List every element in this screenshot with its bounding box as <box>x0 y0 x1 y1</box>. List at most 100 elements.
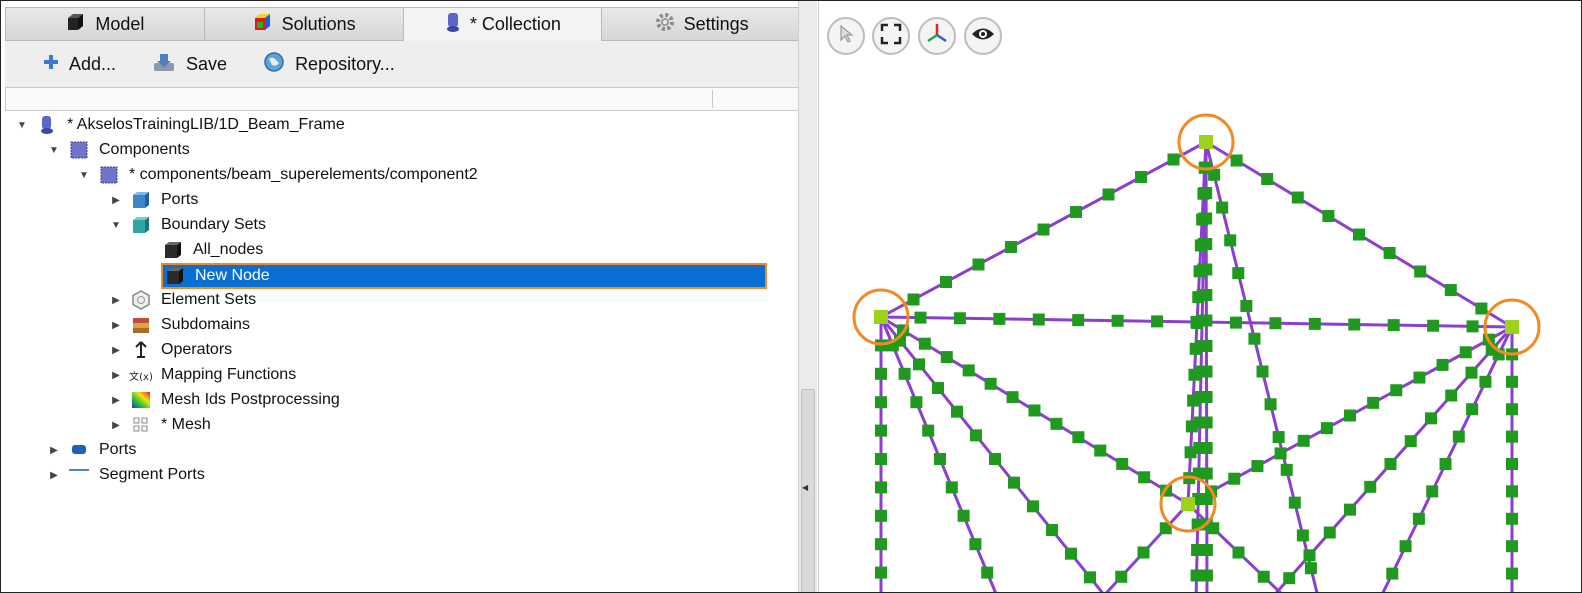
mesh-node <box>1390 384 1403 397</box>
tree-item-new-node[interactable]: New Node <box>161 263 767 289</box>
collapsed-arrow-icon[interactable]: ▶ <box>109 343 123 357</box>
tree-column-header[interactable] <box>5 87 800 111</box>
tab-collection[interactable]: * Collection <box>402 7 603 41</box>
beam-frame-viewport[interactable] <box>819 1 1582 592</box>
boundary-node[interactable] <box>1199 135 1213 149</box>
mesh-node <box>1208 168 1221 181</box>
mesh-node <box>1291 191 1304 204</box>
tree-label: Mesh Ids Postprocessing <box>161 391 340 408</box>
mesh-node <box>932 382 944 394</box>
collapsed-arrow-icon[interactable]: ▶ <box>109 318 123 332</box>
collapsed-arrow-icon[interactable]: ▶ <box>109 193 123 207</box>
mesh-node <box>1445 389 1458 402</box>
tree-item-mesh[interactable]: ▶ * Mesh <box>109 413 211 437</box>
mesh-node <box>970 429 982 442</box>
mesh-node <box>1506 540 1518 553</box>
mesh-node <box>1304 562 1317 575</box>
expanded-arrow-icon[interactable]: ▼ <box>109 218 123 232</box>
repository-button[interactable]: Repository... <box>263 51 395 78</box>
tree-label: Mapping Functions <box>161 366 297 383</box>
boundary-node[interactable] <box>874 310 888 324</box>
tree-item-ports[interactable]: ▶ Ports <box>109 188 198 212</box>
mesh-node <box>913 358 925 371</box>
tree-item-components[interactable]: ▼ Components <box>47 138 190 162</box>
tree-item-mapping-functions[interactable]: ▶ 文(x) Mapping Functions <box>109 363 296 387</box>
mesh-node <box>1288 496 1301 509</box>
tree-item-segment-ports[interactable]: ▶ Segment Ports <box>47 463 205 487</box>
mesh-node <box>1386 567 1399 580</box>
collapsed-arrow-icon[interactable]: ▶ <box>109 293 123 307</box>
save-icon <box>152 51 176 78</box>
mesh-node <box>1224 234 1237 247</box>
boundary-node[interactable] <box>1505 320 1519 334</box>
tree-item-top-ports[interactable]: ▶ Ports <box>47 438 136 462</box>
column-separator[interactable] <box>712 90 713 108</box>
expanded-arrow-icon[interactable]: ▼ <box>47 143 61 157</box>
mesh-node <box>918 337 931 350</box>
mesh-node <box>1194 239 1207 252</box>
mesh-node <box>1465 366 1478 379</box>
components-icon <box>69 140 89 160</box>
splitter-arrow-icon[interactable]: ◀ <box>802 483 808 492</box>
mesh-node <box>1232 546 1245 559</box>
collapsed-arrow-icon[interactable]: ▶ <box>47 443 61 457</box>
mesh-node <box>875 424 887 437</box>
toolbar: Add... Save Repository... <box>5 41 800 87</box>
collapsed-arrow-icon[interactable]: ▶ <box>47 468 61 482</box>
collapsed-arrow-icon[interactable]: ▶ <box>109 418 123 432</box>
ports-cube-icon <box>131 190 151 210</box>
mesh-node <box>1193 265 1206 278</box>
tab-model[interactable]: Model <box>5 7 205 41</box>
database-icon <box>37 115 57 135</box>
add-label: Add... <box>69 53 117 74</box>
tree-label: Ports <box>99 441 137 458</box>
tree-item-subdomains[interactable]: ▶ Subdomains <box>109 313 250 337</box>
tree-item-all-nodes[interactable]: All_nodes <box>163 238 263 262</box>
viewer-panel[interactable] <box>818 1 1582 592</box>
mesh-node <box>1006 391 1019 404</box>
mesh-node <box>1322 210 1335 222</box>
tab-label: * Collection <box>469 14 561 34</box>
mesh-node <box>962 364 975 377</box>
mesh-node <box>1200 442 1213 454</box>
save-button[interactable]: Save <box>152 51 227 78</box>
plus-icon <box>43 54 59 75</box>
tree-item-boundary-sets[interactable]: ▼ Boundary Sets <box>109 213 266 237</box>
mesh-node <box>1283 572 1296 585</box>
tree-item-root[interactable]: ▼ * AkselosTrainingLIB/1D_Beam_Frame <box>15 113 345 137</box>
mesh-node <box>910 396 923 409</box>
mesh-node <box>1200 569 1213 582</box>
add-button[interactable]: Add... <box>43 54 116 75</box>
tree-item-mesh-ids-postprocessing[interactable]: ▶ Mesh Ids Postprocessing <box>109 388 340 412</box>
segment-icon <box>69 465 89 485</box>
mesh-node <box>1427 319 1440 332</box>
tree-item-operators[interactable]: ▶ Operators <box>109 338 232 362</box>
mesh-node <box>1072 431 1085 444</box>
collapsed-arrow-icon[interactable]: ▶ <box>109 393 123 407</box>
collapsed-arrow-icon[interactable]: ▶ <box>109 368 123 382</box>
mesh-node <box>1475 302 1488 315</box>
tree-label: New Node <box>195 267 270 284</box>
mesh-node <box>1274 447 1287 460</box>
node-set-icon <box>163 240 183 260</box>
tree-label: * AkselosTrainingLIB/1D_Beam_Frame <box>67 116 345 133</box>
mesh-node <box>1251 460 1264 473</box>
mesh-node <box>1046 524 1058 536</box>
mesh-node <box>1506 567 1518 580</box>
tree-label: All_nodes <box>193 241 264 258</box>
tab-solutions[interactable]: Solutions <box>203 7 404 41</box>
expanded-arrow-icon[interactable]: ▼ <box>15 118 29 132</box>
mesh-node <box>1384 458 1397 470</box>
expanded-arrow-icon[interactable]: ▼ <box>77 168 91 182</box>
mesh-node <box>1466 320 1479 333</box>
tree-item-element-sets[interactable]: ▶ Element Sets <box>109 288 256 312</box>
mesh-node <box>875 453 887 465</box>
tree-label: Operators <box>161 341 233 358</box>
colored-cube-icon <box>252 12 274 37</box>
mesh-node <box>1459 346 1472 359</box>
mesh-node <box>1367 396 1380 409</box>
mesh-node <box>1216 201 1229 214</box>
tab-settings[interactable]: Settings <box>601 7 801 41</box>
tree-item-component2[interactable]: ▼ * components/beam_superelements/compon… <box>77 163 478 187</box>
boundary-node[interactable] <box>1181 497 1195 511</box>
